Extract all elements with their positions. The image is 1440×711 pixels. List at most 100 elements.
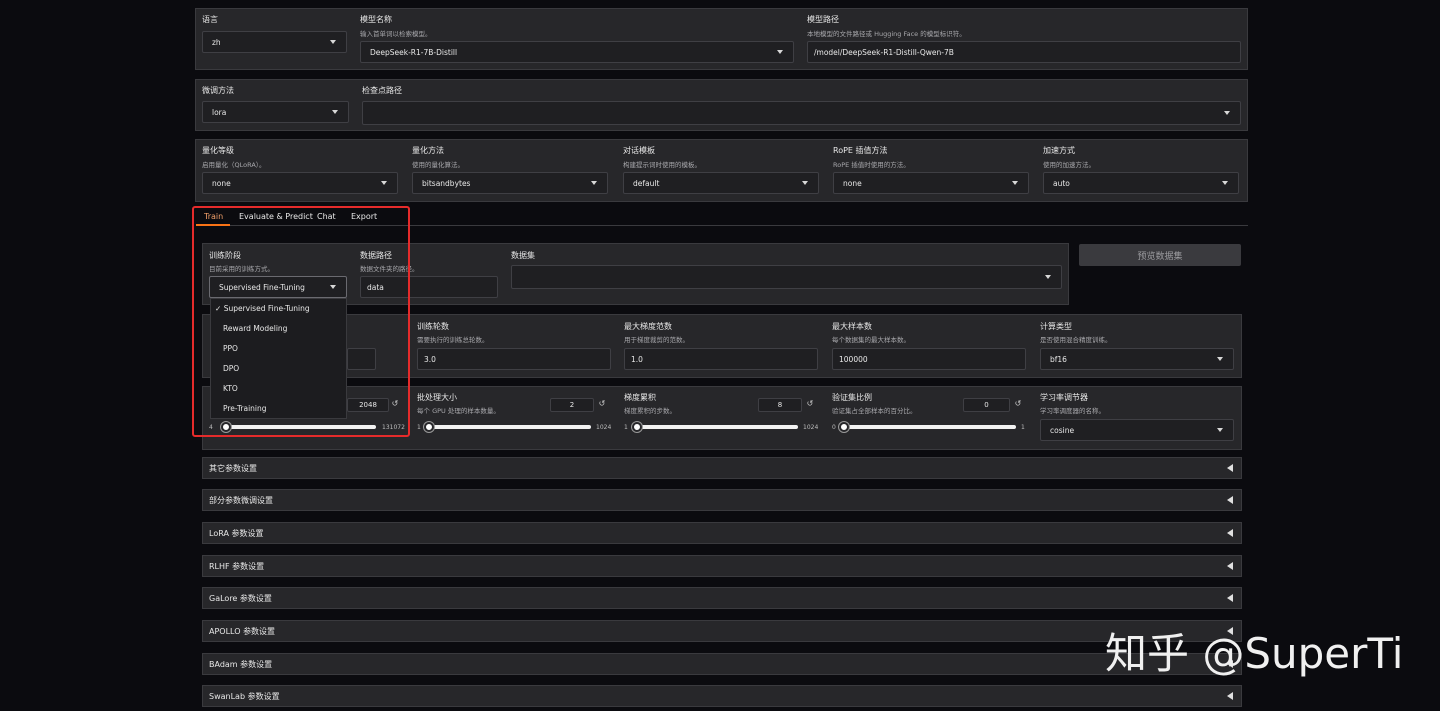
model-path-label: 模型路径 — [807, 15, 839, 24]
grad-accum-label: 梯度累积 — [624, 393, 656, 402]
accordion-extra[interactable]: 其它参数设置 — [202, 457, 1242, 479]
model-name-dropdown[interactable]: DeepSeek-R1-7B-Distill — [360, 41, 794, 63]
epochs-label: 训练轮数 — [417, 322, 449, 331]
chevron-down-icon — [1217, 428, 1223, 432]
tab-evaluate[interactable]: Evaluate & Predict — [239, 212, 313, 221]
cutoff-len-input[interactable]: 2048 — [347, 398, 389, 412]
compute-type-info: 是否使用混合精度训练。 — [1040, 336, 1112, 344]
stage-value: Supervised Fine-Tuning — [219, 282, 305, 292]
chevron-down-icon — [381, 181, 387, 185]
val-size-input[interactable]: 0 — [963, 398, 1010, 412]
reset-icon[interactable]: ↺ — [1011, 399, 1025, 408]
val-size-slider-handle[interactable] — [839, 422, 849, 432]
finetune-label: 微调方法 — [202, 86, 234, 95]
dataset-dir-label: 数据路径 — [360, 251, 392, 260]
lr-scheduler-value: cosine — [1050, 425, 1075, 435]
booster-label: 加速方式 — [1043, 146, 1075, 155]
val-size-min: 0 — [832, 424, 836, 431]
accordion-rlhf[interactable]: RLHF 参数设置 — [202, 555, 1242, 577]
chevron-down-icon — [1224, 111, 1230, 115]
chevron-down-icon — [777, 50, 783, 54]
grad-accum-info: 梯度累积的步数。 — [624, 407, 676, 415]
model-name-value: DeepSeek-R1-7B-Distill — [370, 47, 458, 57]
stage-dropdown[interactable]: Supervised Fine-Tuning — [209, 276, 347, 298]
batch-size-input[interactable]: 2 — [550, 398, 594, 412]
quant-bit-label: 量化等级 — [202, 146, 234, 155]
dataset-label: 数据集 — [511, 251, 535, 260]
model-path-input[interactable]: /model/DeepSeek-R1-Distill-Qwen-7B — [807, 41, 1241, 63]
max-samples-input[interactable]: 100000 — [832, 348, 1026, 370]
accordion-apollo[interactable]: APOLLO 参数设置 — [202, 620, 1242, 642]
quant-method-dropdown[interactable]: bitsandbytes — [412, 172, 608, 194]
stage-option-pt[interactable]: Pre-Training — [223, 404, 267, 413]
accordion-title: 部分参数微调设置 — [209, 496, 273, 505]
dataset-dropdown[interactable] — [511, 265, 1062, 289]
compute-type-dropdown[interactable]: bf16 — [1040, 348, 1234, 370]
tab-chat[interactable]: Chat — [317, 212, 336, 221]
stage-option-ppo[interactable]: PPO — [223, 344, 238, 353]
tab-export[interactable]: Export — [351, 212, 377, 221]
booster-info: 使用的加速方法。 — [1043, 161, 1095, 169]
epochs-input[interactable]: 3.0 — [417, 348, 611, 370]
model-name-info: 输入首单词以检索模型。 — [360, 30, 432, 38]
accordion-title: APOLLO 参数设置 — [209, 627, 276, 636]
model-path-info: 本地模型的文件路径或 Hugging Face 的模型标识符。 — [807, 30, 966, 38]
accordion-title: LoRA 参数设置 — [209, 529, 264, 538]
caret-left-icon — [1227, 594, 1233, 602]
val-size-slider[interactable] — [842, 425, 1016, 429]
stage-label: 训练阶段 — [209, 251, 241, 260]
learning-rate-input[interactable] — [347, 348, 376, 370]
grad-accum-slider[interactable] — [634, 425, 798, 429]
accordion-badam[interactable]: BAdam 参数设置 — [202, 653, 1242, 675]
tab-train[interactable]: Train — [204, 212, 223, 221]
accordion-lora[interactable]: LoRA 参数设置 — [202, 522, 1242, 544]
stage-option-label: Supervised Fine-Tuning — [223, 304, 310, 313]
lang-label: 语言 — [202, 15, 218, 24]
dataset-dir-input[interactable]: data — [360, 276, 498, 298]
preview-dataset-button[interactable]: 预览数据集 — [1079, 244, 1241, 266]
reset-icon[interactable]: ↺ — [803, 399, 817, 408]
stage-option-rm[interactable]: Reward Modeling — [223, 324, 287, 333]
accordion-freeze[interactable]: 部分参数微调设置 — [202, 489, 1242, 511]
max-grad-norm-info: 用于梯度裁剪的范数。 — [624, 336, 689, 344]
chevron-down-icon — [1222, 181, 1228, 185]
dataset-dir-info: 数据文件夹的路径。 — [360, 265, 419, 273]
checkpoint-dropdown[interactable] — [362, 101, 1241, 125]
stage-option-kto[interactable]: KTO — [223, 384, 238, 393]
batch-size-slider[interactable] — [427, 425, 591, 429]
quant-bit-dropdown[interactable]: none — [202, 172, 398, 194]
accordion-title: SwanLab 参数设置 — [209, 692, 280, 701]
stage-option-dpo[interactable]: DPO — [223, 364, 239, 373]
batch-size-max: 1024 — [596, 424, 612, 431]
val-size-max: 1 — [1021, 424, 1025, 431]
grad-accum-input[interactable]: 8 — [758, 398, 802, 412]
max-grad-norm-input[interactable]: 1.0 — [624, 348, 818, 370]
accordion-galore[interactable]: GaLore 参数设置 — [202, 587, 1242, 609]
booster-dropdown[interactable]: auto — [1043, 172, 1239, 194]
chevron-down-icon — [330, 40, 336, 44]
rope-dropdown[interactable]: none — [833, 172, 1029, 194]
grad-accum-max: 1024 — [803, 424, 819, 431]
epochs-info: 需要执行的训练总轮数。 — [417, 336, 489, 344]
check-icon: ✓ — [215, 304, 222, 313]
accordion-title: RLHF 参数设置 — [209, 562, 265, 571]
max-samples-info: 每个数据集的最大样本数。 — [832, 336, 910, 344]
caret-left-icon — [1227, 496, 1233, 504]
reset-icon[interactable]: ↺ — [595, 399, 609, 408]
accordion-swanlab[interactable]: SwanLab 参数设置 — [202, 685, 1242, 707]
lr-scheduler-info: 学习率调度器的名称。 — [1040, 407, 1105, 415]
stage-options-menu: ✓ Supervised Fine-Tuning Reward Modeling… — [210, 298, 347, 419]
caret-left-icon — [1227, 692, 1233, 700]
template-value: default — [633, 178, 660, 188]
rope-info: RoPE 插值时使用的方法。 — [833, 161, 910, 169]
lr-scheduler-dropdown[interactable]: cosine — [1040, 419, 1234, 441]
batch-size-info: 每个 GPU 处理的样本数量。 — [417, 407, 500, 415]
booster-value: auto — [1053, 178, 1070, 188]
cutoff-len-slider[interactable] — [222, 425, 376, 429]
template-dropdown[interactable]: default — [623, 172, 819, 194]
lang-dropdown[interactable]: zh — [202, 31, 347, 53]
reset-icon[interactable]: ↺ — [388, 399, 402, 408]
accordion-title: GaLore 参数设置 — [209, 594, 272, 603]
finetune-dropdown[interactable]: lora — [202, 101, 349, 123]
stage-option-sft[interactable]: ✓ Supervised Fine-Tuning — [215, 304, 310, 313]
